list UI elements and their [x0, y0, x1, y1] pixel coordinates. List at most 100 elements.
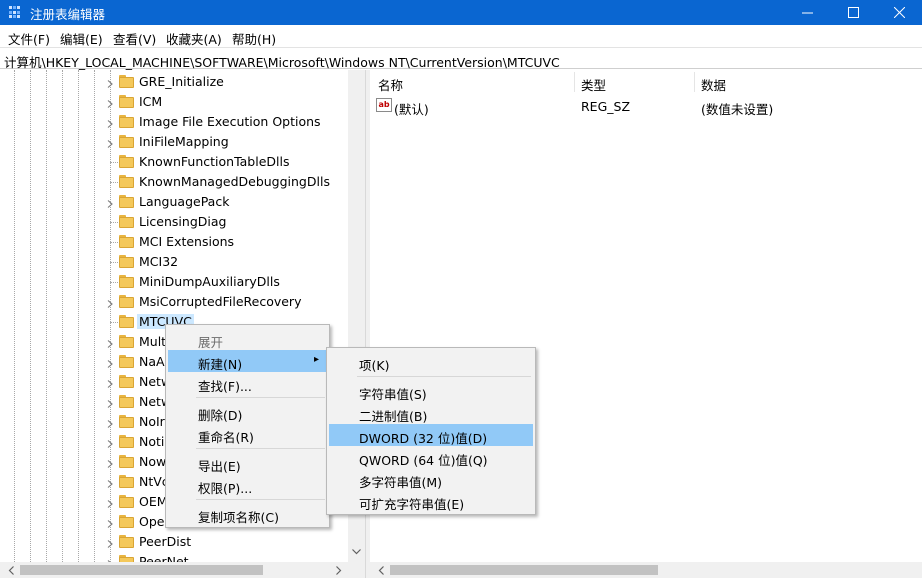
expand-chevron-icon[interactable] — [105, 77, 115, 88]
column-type-header[interactable]: 类型 — [581, 75, 606, 94]
folder-icon — [119, 315, 134, 328]
tree-item-label: KnownFunctionTableDlls — [139, 154, 290, 169]
tree-item-label: ICM — [139, 94, 163, 109]
list-header: 名称 类型 数据 — [370, 70, 922, 94]
tree-item-label: LicensingDiag — [139, 214, 227, 229]
tree-item-label: KnownManagedDebuggingDlls — [139, 174, 330, 189]
tree-item-label: PeerDist — [139, 534, 192, 549]
expand-chevron-icon[interactable] — [105, 197, 115, 208]
title-bar: 注册表编辑器 — [0, 0, 922, 25]
tree-item[interactable]: KnownManagedDebuggingDlls — [0, 172, 348, 192]
expand-chevron-icon[interactable] — [105, 117, 115, 128]
menu-item-delete[interactable]: 删除(D) — [168, 401, 327, 423]
menu-item-permissions[interactable]: 权限(P)... — [168, 474, 327, 496]
tree-item-label: MsiCorruptedFileRecovery — [139, 294, 302, 309]
tree-item-label: NoIr — [139, 414, 165, 429]
expand-chevron-icon[interactable] — [105, 537, 115, 548]
menu-item-new[interactable]: 新建(N) ▸ — [168, 350, 327, 372]
tree-item-label: GRE_Initialize — [139, 74, 224, 89]
tree-item[interactable]: MCI Extensions — [0, 232, 348, 252]
expand-chevron-icon[interactable] — [105, 517, 115, 528]
folder-icon — [119, 95, 134, 108]
expand-chevron-icon[interactable] — [105, 457, 115, 468]
expand-chevron-icon[interactable] — [105, 417, 115, 428]
tree-item[interactable]: ICM — [0, 92, 348, 112]
folder-icon — [119, 515, 134, 528]
tree-item-label: Noti — [139, 434, 165, 449]
menu-file[interactable]: 文件(F) — [8, 29, 50, 48]
tree-item[interactable]: GRE_Initialize — [0, 72, 348, 92]
window-title: 注册表编辑器 — [30, 7, 106, 22]
column-name-header[interactable]: 名称 — [378, 75, 403, 94]
tree-item[interactable]: LanguagePack — [0, 192, 348, 212]
scroll-right-arrow-icon[interactable] — [330, 562, 347, 578]
tree-item[interactable]: MiniDumpAuxiliaryDlls — [0, 272, 348, 292]
list-row[interactable]: ab (默认) REG_SZ (数值未设置) — [370, 96, 922, 117]
expand-chevron-icon[interactable] — [105, 137, 115, 148]
tree-scroll-thumb[interactable] — [20, 565, 263, 575]
menu-favorites[interactable]: 收藏夹(A) — [166, 29, 222, 48]
expand-chevron-icon[interactable] — [105, 357, 115, 368]
expand-chevron-icon[interactable] — [105, 437, 115, 448]
menu-view[interactable]: 查看(V) — [113, 29, 156, 48]
expand-chevron-icon[interactable] — [105, 337, 115, 348]
tree-item[interactable]: PeerNet — [0, 552, 348, 562]
expand-chevron-icon[interactable] — [105, 377, 115, 388]
folder-icon — [119, 275, 134, 288]
menu-item-rename[interactable]: 重命名(R) — [168, 423, 327, 445]
maximize-button[interactable] — [830, 0, 876, 25]
submenu-item-string-value[interactable]: 字符串值(S) — [329, 380, 533, 402]
folder-icon — [119, 115, 134, 128]
submenu-item-qword-value[interactable]: QWORD (64 位)值(Q) — [329, 446, 533, 468]
expand-chevron-icon[interactable] — [105, 97, 115, 108]
tree-item-label: MiniDumpAuxiliaryDlls — [139, 274, 280, 289]
menu-help[interactable]: 帮助(H) — [232, 29, 276, 48]
tree-item[interactable]: MsiCorruptedFileRecovery — [0, 292, 348, 312]
tree-horizontal-scrollbar[interactable] — [0, 562, 365, 578]
tree-item[interactable]: IniFileMapping — [0, 132, 348, 152]
menu-item-expand[interactable]: 展开 — [168, 328, 327, 350]
address-bar[interactable]: 计算机\HKEY_LOCAL_MACHINE\SOFTWARE\Microsof… — [0, 47, 922, 71]
expand-chevron-icon[interactable] — [105, 497, 115, 508]
tree-item-label: LanguagePack — [139, 194, 230, 209]
tree-item[interactable]: PeerDist — [0, 532, 348, 552]
scroll-left-arrow-icon[interactable] — [372, 562, 389, 578]
tree-item[interactable]: LicensingDiag — [0, 212, 348, 232]
expand-chevron-icon[interactable] — [105, 477, 115, 488]
list-horizontal-scrollbar[interactable] — [370, 562, 922, 578]
scroll-left-arrow-icon[interactable] — [2, 562, 19, 578]
menu-item-export[interactable]: 导出(E) — [168, 452, 327, 474]
submenu-item-binary-value[interactable]: 二进制值(B) — [329, 402, 533, 424]
string-value-icon: ab — [376, 98, 392, 112]
tree-item[interactable]: MCI32 — [0, 252, 348, 272]
folder-icon — [119, 215, 134, 228]
address-path[interactable]: 计算机\HKEY_LOCAL_MACHINE\SOFTWARE\Microsof… — [4, 52, 560, 71]
tree-item-label: IniFileMapping — [139, 134, 229, 149]
submenu-item-dword-value[interactable]: DWORD (32 位)值(D) — [329, 424, 533, 446]
folder-icon — [119, 375, 134, 388]
close-button[interactable] — [876, 0, 922, 25]
maximize-icon — [847, 7, 859, 18]
folder-icon — [119, 75, 134, 88]
menu-item-find[interactable]: 查找(F)... — [168, 372, 327, 394]
submenu-item-key[interactable]: 项(K) — [329, 351, 533, 373]
folder-icon — [119, 495, 134, 508]
close-icon — [893, 7, 905, 18]
new-submenu: 项(K) 字符串值(S) 二进制值(B) DWORD (32 位)值(D) QW… — [326, 347, 536, 515]
scroll-down-arrow-icon[interactable] — [348, 543, 365, 560]
folder-icon — [119, 535, 134, 548]
menu-item-copy-key-name[interactable]: 复制项名称(C) — [168, 503, 327, 525]
tree-item[interactable]: Image File Execution Options — [0, 112, 348, 132]
folder-icon — [119, 255, 134, 268]
column-data-header[interactable]: 数据 — [701, 75, 726, 94]
folder-icon — [119, 555, 134, 562]
list-scroll-thumb[interactable] — [390, 565, 658, 575]
menu-edit[interactable]: 编辑(E) — [60, 29, 103, 48]
expand-chevron-icon[interactable] — [105, 397, 115, 408]
minimize-button[interactable] — [784, 0, 830, 25]
tree-item-label: Now — [139, 454, 167, 469]
submenu-item-expandable-string-value[interactable]: 可扩充字符串值(E) — [329, 490, 533, 512]
submenu-item-multi-string-value[interactable]: 多字符串值(M) — [329, 468, 533, 490]
tree-item[interactable]: KnownFunctionTableDlls — [0, 152, 348, 172]
expand-chevron-icon[interactable] — [105, 297, 115, 308]
